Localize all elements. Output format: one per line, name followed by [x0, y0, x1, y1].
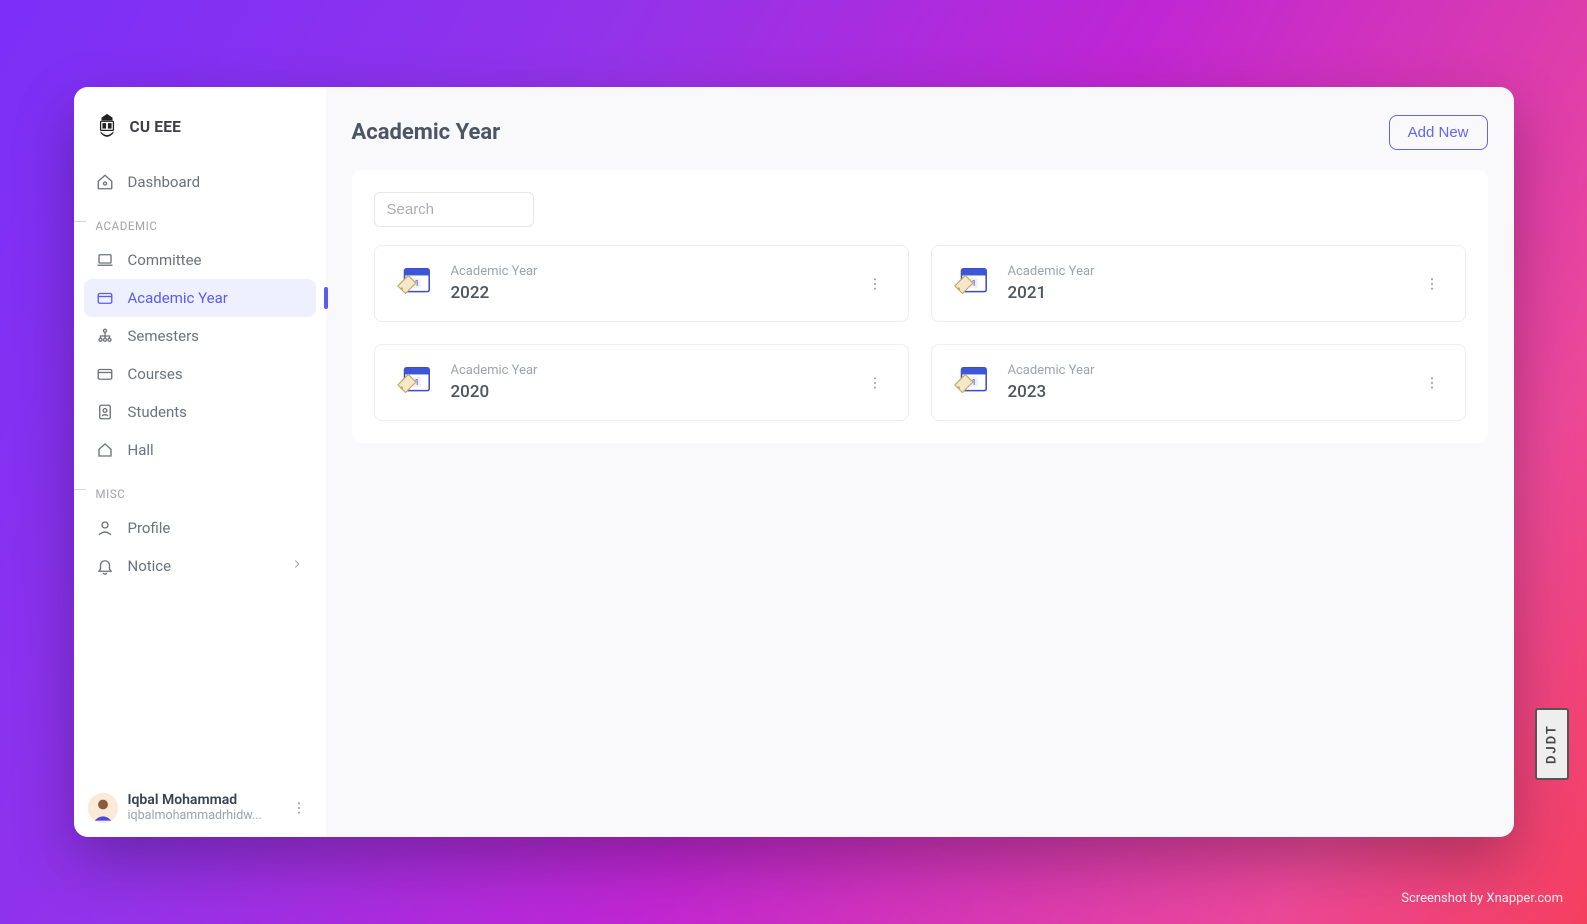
calendar-tag-icon: 1 [395, 265, 433, 303]
year-text: Academic Year 2021 [1008, 264, 1401, 303]
active-indicator [324, 287, 328, 309]
sidebar-item-label: Profile [128, 519, 171, 537]
sidebar-item-dashboard[interactable]: Dashboard [84, 163, 316, 201]
year-card-label: Academic Year [1008, 363, 1401, 378]
chevron-right-icon [290, 557, 304, 575]
home2-icon [96, 441, 114, 459]
calendar-tag-icon: 1 [395, 364, 433, 402]
year-text: Academic Year 2023 [1008, 363, 1401, 402]
sidebar-nav: Dashboard ACADEMIC Committee Academic Ye… [74, 163, 326, 585]
sidebar-user[interactable]: Iqbal Mohammad iqbalmohammadrhidw... [74, 782, 326, 837]
card-menu-button[interactable] [1419, 271, 1445, 297]
calendar-tag-icon: 1 [952, 265, 990, 303]
brand[interactable]: CU EEE [74, 107, 326, 163]
laptop-icon [96, 251, 114, 269]
sidebar-item-label: Courses [128, 365, 183, 383]
card-menu-button[interactable] [1419, 370, 1445, 396]
page-title: Academic Year [352, 120, 501, 145]
year-card[interactable]: 1 Academic Year 2020 [374, 344, 909, 421]
sidebar-item-label: Semesters [128, 327, 199, 345]
sidebar-item-label: Academic Year [128, 289, 228, 307]
bell-icon [96, 557, 114, 575]
sidebar-section-academic: ACADEMIC [84, 201, 316, 241]
sidebar-item-hall[interactable]: Hall [84, 431, 316, 469]
hierarchy-icon [96, 327, 114, 345]
year-card-value: 2020 [451, 382, 844, 402]
year-card-value: 2023 [1008, 382, 1401, 402]
user-menu-button[interactable] [286, 795, 312, 821]
main-content: Academic Year Add New 1 Academic Year 20… [326, 87, 1514, 837]
search-input[interactable] [374, 192, 534, 227]
sidebar-item-academic-year[interactable]: Academic Year [84, 279, 316, 317]
sidebar: CU EEE Dashboard ACADEMIC Committee [74, 87, 326, 837]
card-menu-button[interactable] [862, 370, 888, 396]
sidebar-item-notice[interactable]: Notice [84, 547, 316, 585]
sidebar-item-label: Students [128, 403, 187, 421]
sidebar-item-label: Committee [128, 251, 202, 269]
card-icon [96, 289, 114, 307]
year-text: Academic Year 2020 [451, 363, 844, 402]
sidebar-item-label: Notice [128, 557, 172, 575]
calendar-tag-icon: 1 [952, 364, 990, 402]
year-card-label: Academic Year [1008, 264, 1401, 279]
card-menu-button[interactable] [862, 271, 888, 297]
user-name: Iqbal Mohammad [128, 792, 276, 808]
sidebar-item-label: Hall [128, 441, 154, 459]
sidebar-section-misc: MISC [84, 469, 316, 509]
app-window: CU EEE Dashboard ACADEMIC Committee [74, 87, 1514, 837]
card2-icon [96, 365, 114, 383]
year-card-value: 2022 [451, 283, 844, 303]
user-info: Iqbal Mohammad iqbalmohammadrhidw... [128, 792, 276, 823]
user-icon [96, 519, 114, 537]
year-card[interactable]: 1 Academic Year 2023 [931, 344, 1466, 421]
sidebar-item-profile[interactable]: Profile [84, 509, 316, 547]
year-text: Academic Year 2022 [451, 264, 844, 303]
brand-logo-icon [96, 113, 118, 141]
year-card-label: Academic Year [451, 363, 844, 378]
avatar [88, 793, 118, 823]
brand-title: CU EEE [130, 118, 182, 136]
add-new-button[interactable]: Add New [1389, 115, 1488, 150]
sidebar-item-committee[interactable]: Committee [84, 241, 316, 279]
django-debug-toolbar-handle[interactable]: DJDT [1535, 708, 1569, 780]
screenshot-watermark: Screenshot by Xnapper.com [1401, 891, 1563, 906]
year-card-grid: 1 Academic Year 2022 1 Academic [374, 245, 1466, 421]
content-panel: 1 Academic Year 2022 1 Academic [352, 170, 1488, 443]
sidebar-item-students[interactable]: Students [84, 393, 316, 431]
user-email: iqbalmohammadrhidw... [128, 808, 276, 823]
page-header: Academic Year Add New [352, 115, 1488, 150]
year-card[interactable]: 1 Academic Year 2021 [931, 245, 1466, 322]
sidebar-item-label: Dashboard [128, 173, 201, 191]
sidebar-item-semesters[interactable]: Semesters [84, 317, 316, 355]
sidebar-item-courses[interactable]: Courses [84, 355, 316, 393]
year-card[interactable]: 1 Academic Year 2022 [374, 245, 909, 322]
id-badge-icon [96, 403, 114, 421]
year-card-value: 2021 [1008, 283, 1401, 303]
home-icon [96, 173, 114, 191]
year-card-label: Academic Year [451, 264, 844, 279]
